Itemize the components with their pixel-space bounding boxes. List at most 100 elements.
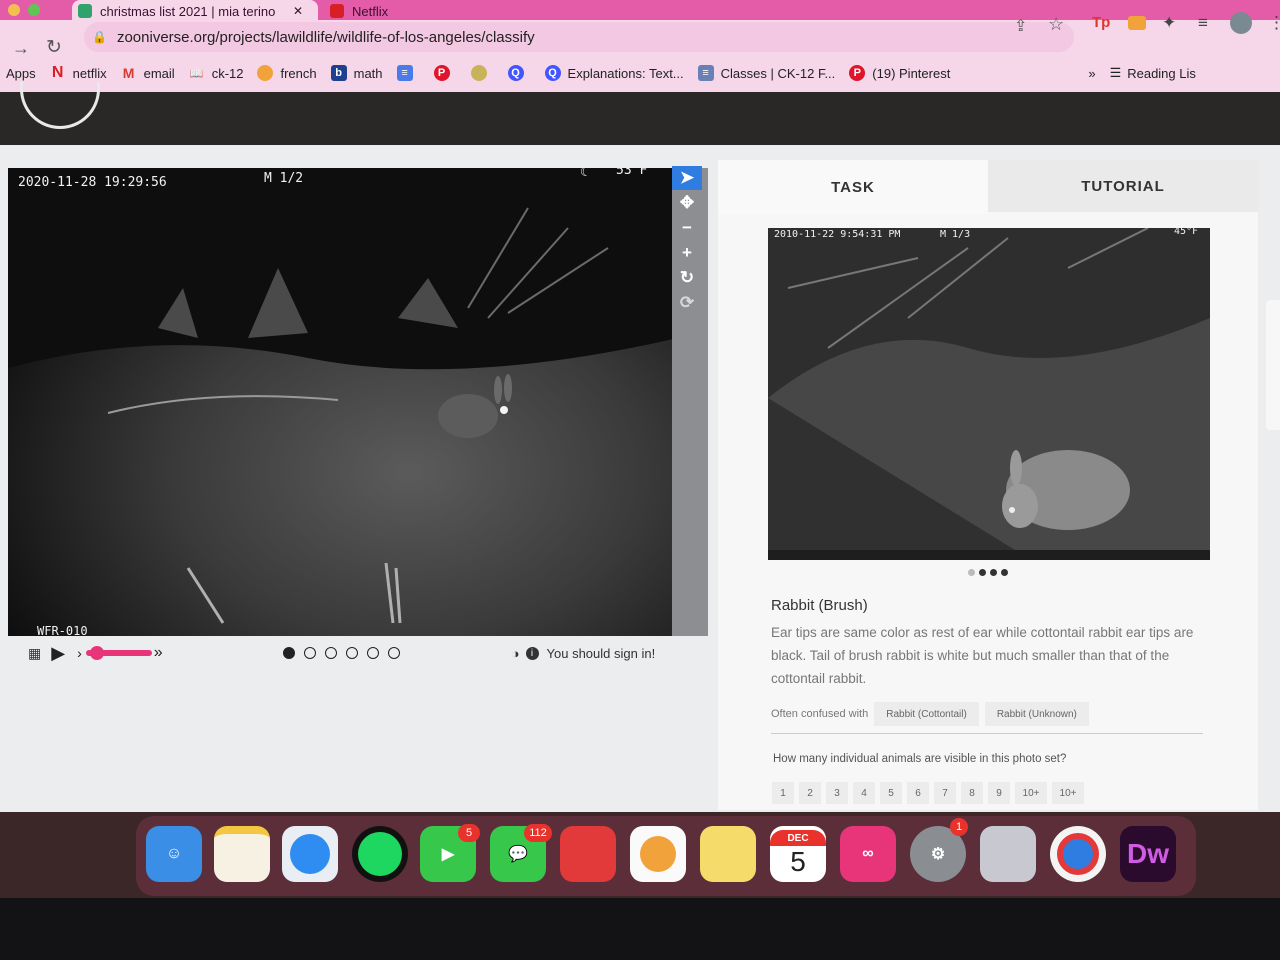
finder-icon[interactable]: ☺ bbox=[146, 826, 202, 882]
math-icon: b bbox=[330, 65, 347, 81]
menu-kebab-icon[interactable]: ⋮ bbox=[1268, 13, 1280, 33]
reference-carousel-dots[interactable] bbox=[968, 569, 1008, 576]
frame-dot[interactable] bbox=[324, 647, 337, 659]
dreamweaver-icon[interactable]: Dw bbox=[1120, 826, 1176, 882]
tab-netflix[interactable]: Netflix bbox=[330, 0, 580, 22]
tab-task[interactable]: TASK bbox=[718, 160, 988, 214]
grid-view-icon[interactable]: ▦ bbox=[28, 645, 41, 662]
slider-thumb[interactable] bbox=[89, 646, 104, 660]
notes-icon[interactable] bbox=[214, 826, 270, 882]
bookmark-netflix[interactable]: Nnetflix bbox=[50, 64, 107, 81]
answer-button[interactable]: 9 bbox=[988, 782, 1010, 804]
play-button[interactable]: ▶ bbox=[51, 643, 65, 664]
invert-icon[interactable]: ◑ bbox=[512, 646, 520, 661]
creative-cloud-icon[interactable]: ∞ bbox=[840, 826, 896, 882]
bookmark-email[interactable]: Memail bbox=[121, 65, 175, 81]
french-icon bbox=[257, 65, 274, 81]
bookmark-star-icon[interactable]: ☆ bbox=[1048, 14, 1064, 35]
move-icon: ✥ bbox=[679, 193, 695, 212]
bookmark-pinterest[interactable]: P bbox=[433, 65, 457, 81]
zoom-out-button[interactable]: − bbox=[672, 216, 702, 240]
bookmark-classes[interactable]: ≡ Classes | CK-12 F... bbox=[697, 65, 835, 81]
pan-button[interactable]: ✥ bbox=[672, 191, 702, 215]
bookmarks-overflow-button[interactable]: » bbox=[1088, 66, 1095, 81]
address-bar[interactable]: 🔒 zooniverse.org/projects/lawildlife/wil… bbox=[84, 22, 1074, 52]
carousel-dot[interactable] bbox=[1001, 569, 1008, 576]
frame-dot[interactable] bbox=[366, 647, 379, 659]
close-tab-icon[interactable]: ✕ bbox=[293, 4, 303, 18]
bookmark-label: french bbox=[280, 65, 317, 81]
sign-in-prompt[interactable]: You should sign in! bbox=[547, 646, 656, 661]
profile-avatar[interactable] bbox=[1230, 12, 1252, 34]
camera-trap-photo bbox=[8, 168, 678, 636]
calendar-icon[interactable]: DEC 5 bbox=[770, 826, 826, 882]
quizlet-icon: Q bbox=[544, 65, 561, 81]
reset-button[interactable]: ⟳ bbox=[672, 291, 702, 315]
extension-tp-icon[interactable]: Tp bbox=[1092, 14, 1110, 31]
answer-button[interactable]: 7 bbox=[934, 782, 956, 804]
step-forward-icon[interactable]: › bbox=[77, 645, 82, 661]
carousel-dot[interactable] bbox=[979, 569, 986, 576]
bookmark-explanations[interactable]: Q Explanations: Text... bbox=[544, 65, 684, 81]
bookmark-apps[interactable]: Apps bbox=[6, 66, 36, 81]
share-icon[interactable]: ⇪ bbox=[1014, 16, 1027, 36]
answer-button[interactable]: 8 bbox=[961, 782, 983, 804]
frame-dot[interactable] bbox=[387, 647, 400, 659]
answer-button[interactable]: 10+ bbox=[1052, 782, 1084, 804]
select-pointer-button[interactable]: ➤ bbox=[672, 166, 702, 190]
plus-icon: + bbox=[682, 243, 692, 262]
rotate-button[interactable]: ↻ bbox=[672, 266, 702, 290]
answer-button[interactable]: 6 bbox=[907, 782, 929, 804]
answer-button[interactable]: 5 bbox=[880, 782, 902, 804]
bookmark-ck12[interactable]: 📖 ck-12 bbox=[189, 65, 244, 81]
info-icon[interactable]: i bbox=[525, 646, 539, 660]
reference-rabbit-photo bbox=[768, 228, 1210, 560]
reading-list-button[interactable]: ☰ Reading Lis bbox=[1110, 65, 1196, 81]
subject-image[interactable]: 2020-11-28 19:29:56 M 1/2 ☾ 53°F WFR-010 bbox=[8, 168, 708, 636]
spotify-icon[interactable] bbox=[352, 826, 408, 882]
zoom-window-button[interactable] bbox=[28, 4, 40, 16]
carousel-dot[interactable] bbox=[968, 569, 975, 576]
confused-option-unknown[interactable]: Rabbit (Unknown) bbox=[984, 702, 1089, 726]
answer-button[interactable]: 4 bbox=[853, 782, 875, 804]
frame-dot[interactable] bbox=[303, 647, 316, 659]
answer-button[interactable]: 10+ bbox=[1015, 782, 1047, 804]
messages-badge: 112 bbox=[524, 824, 552, 842]
safari-icon[interactable] bbox=[282, 826, 338, 882]
extensions-puzzle-icon[interactable]: ✦ bbox=[1162, 13, 1176, 33]
tab-christmas-list[interactable]: christmas list 2021 | mia terino ✕ bbox=[72, 0, 318, 22]
fast-forward-icon[interactable]: » bbox=[154, 644, 163, 662]
bookmark-label: netflix bbox=[72, 65, 107, 81]
frame-dot[interactable] bbox=[282, 647, 295, 659]
media-queue-icon[interactable]: ≡ bbox=[1198, 13, 1208, 33]
bookmark-docs[interactable]: ≡ bbox=[396, 65, 420, 81]
camera-id: WFR-010 bbox=[37, 624, 88, 636]
stickies-icon[interactable] bbox=[700, 826, 756, 882]
tab-tutorial[interactable]: TUTORIAL bbox=[988, 160, 1258, 212]
answer-button[interactable]: 1 bbox=[772, 782, 794, 804]
bookmark-label: ck-12 bbox=[211, 65, 244, 81]
bookmark-label: Explanations: Text... bbox=[567, 65, 684, 81]
carousel-dot[interactable] bbox=[990, 569, 997, 576]
chrome-icon[interactable] bbox=[1050, 826, 1106, 882]
screenshot-app-icon[interactable] bbox=[980, 826, 1036, 882]
photos-icon[interactable] bbox=[630, 826, 686, 882]
frame-dot[interactable] bbox=[345, 647, 358, 659]
confused-option-cottontail[interactable]: Rabbit (Cottontail) bbox=[874, 702, 979, 726]
field-guide-tab[interactable] bbox=[1266, 300, 1280, 430]
speed-slider[interactable] bbox=[85, 646, 152, 660]
bookmarks-bar: Apps Nnetflix Memail 📖 ck-12 french b math… bbox=[0, 54, 1280, 92]
photo-booth-icon[interactable] bbox=[560, 826, 616, 882]
reference-photo: 2010-11-22 9:54:31 PM M 1/3 45°F bbox=[768, 228, 1210, 560]
answer-button[interactable]: 3 bbox=[826, 782, 848, 804]
extension-lp-icon[interactable] bbox=[1128, 16, 1146, 30]
bookmark-french[interactable]: french bbox=[257, 65, 317, 81]
bookmark-seal[interactable] bbox=[470, 65, 494, 81]
answer-button[interactable]: 2 bbox=[799, 782, 821, 804]
zoom-in-button[interactable]: + bbox=[672, 241, 702, 265]
bookmark-quizlet-a[interactable]: Q bbox=[507, 65, 531, 81]
bookmark-pinterest-19[interactable]: P (19) Pinterest bbox=[849, 65, 950, 81]
minimize-window-button[interactable] bbox=[8, 4, 20, 16]
gmail-icon: M bbox=[122, 65, 135, 81]
bookmark-math[interactable]: b math bbox=[330, 65, 383, 81]
